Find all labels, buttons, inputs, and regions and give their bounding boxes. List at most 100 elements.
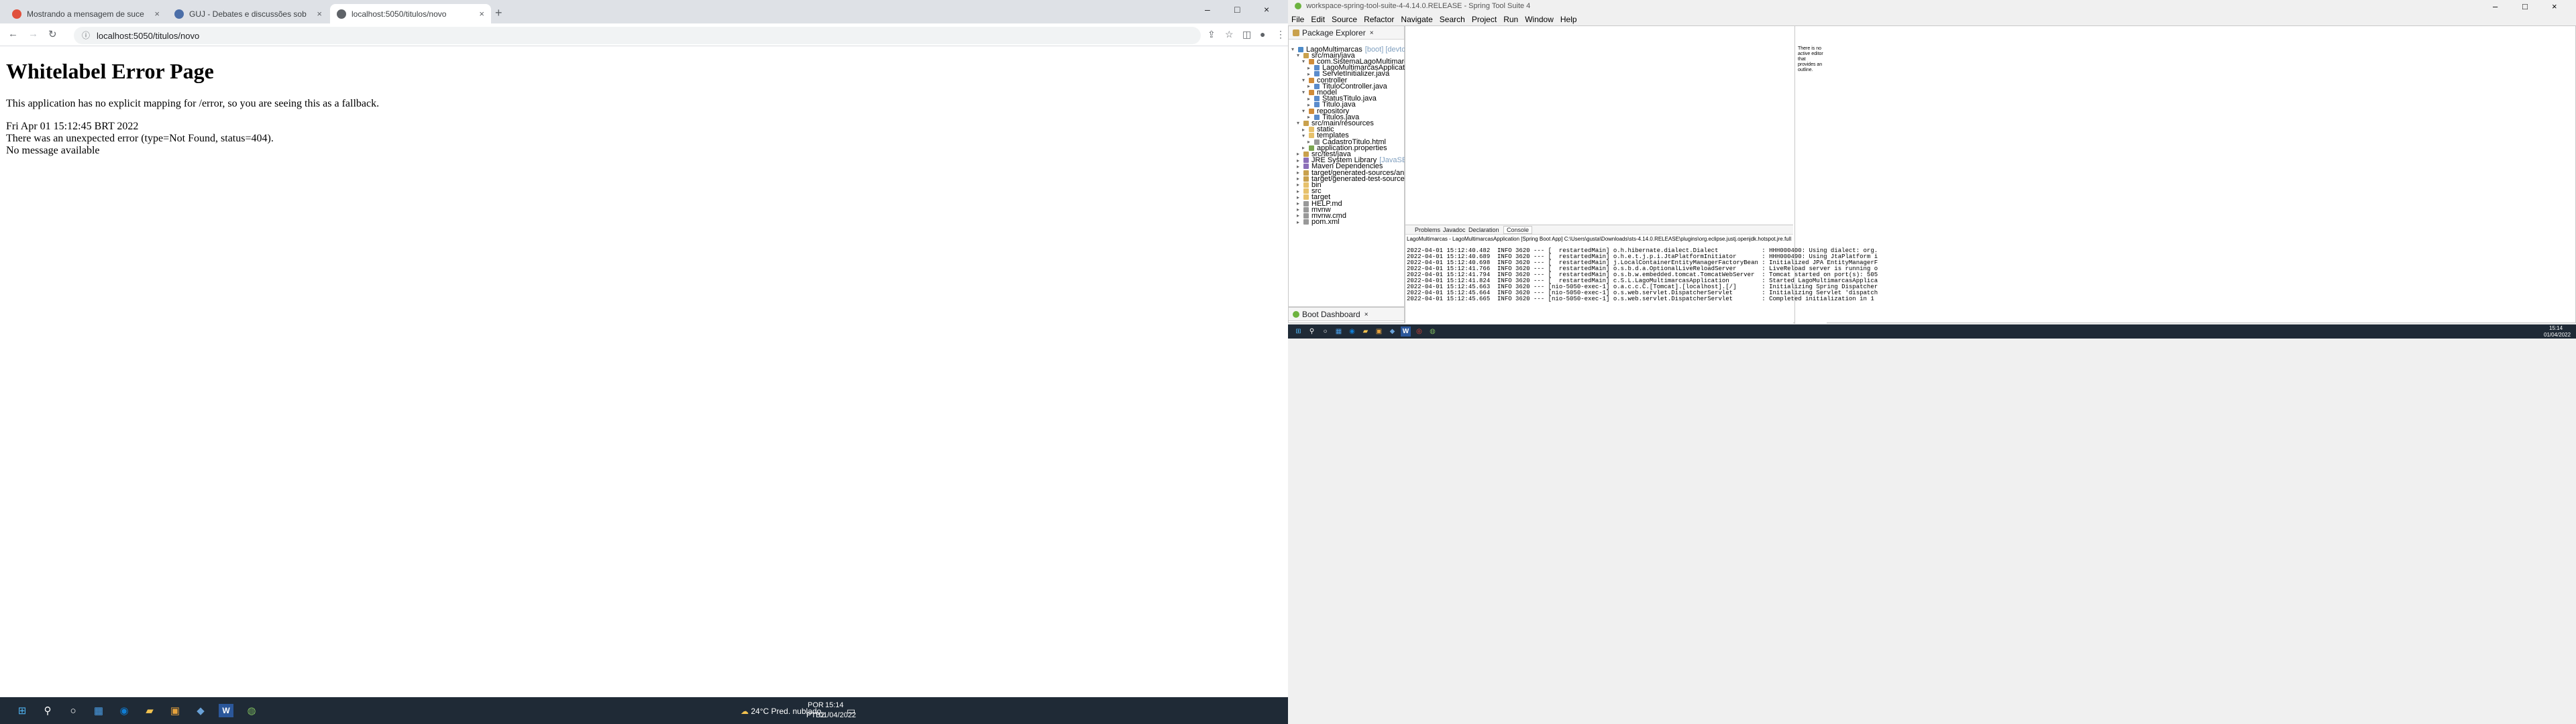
chevron-down-icon[interactable]: ▾	[1302, 89, 1309, 95]
chevron-right-icon[interactable]: ▸	[1307, 102, 1314, 108]
chevron-right-icon[interactable]: ▸	[1297, 176, 1303, 182]
reload-icon[interactable]: ↻	[48, 28, 57, 40]
chevron-right-icon[interactable]: ▸	[1297, 188, 1303, 194]
tab-console[interactable]: Console	[1503, 226, 1533, 234]
console-output[interactable]: 2022-04-01 15:12:40.482 INFO 3620 --- [ …	[1407, 248, 1878, 302]
profile-icon[interactable]: ●	[1260, 29, 1265, 40]
close-icon[interactable]: ×	[1264, 4, 1269, 15]
edge-icon[interactable]: ◉	[117, 704, 131, 717]
app-icon[interactable]: ◆	[1387, 326, 1397, 337]
back-icon[interactable]: ←	[8, 28, 18, 40]
close-icon[interactable]: ×	[317, 9, 322, 19]
maximize-icon[interactable]: □	[2522, 1, 2528, 11]
tree-node-icon	[1309, 133, 1314, 139]
clock-time[interactable]: 15:14	[2549, 325, 2563, 331]
widgets-icon[interactable]: ▦	[91, 704, 106, 717]
chevron-right-icon[interactable]: ▸	[1297, 158, 1303, 164]
start-icon[interactable]: ⊞	[15, 704, 30, 717]
chevron-right-icon[interactable]: ▸	[1297, 170, 1303, 176]
file-explorer-icon[interactable]: ▰	[1360, 326, 1371, 337]
menu-window[interactable]: Window	[1521, 13, 1557, 25]
chevron-down-icon[interactable]: ▾	[1302, 108, 1309, 114]
chevron-down-icon[interactable]: ▾	[1302, 77, 1309, 83]
package-explorer-tab[interactable]: Package Explorer ×	[1289, 26, 1404, 40]
store-icon[interactable]: ▣	[1374, 326, 1384, 337]
chevron-right-icon[interactable]: ▸	[1307, 71, 1314, 77]
file-explorer-icon[interactable]: ▰	[142, 704, 157, 717]
close-icon[interactable]: ×	[479, 9, 484, 19]
edge-icon[interactable]: ◉	[1347, 326, 1357, 337]
chevron-down-icon[interactable]: ▾	[1297, 52, 1303, 58]
menu-source[interactable]: Source	[1328, 13, 1360, 25]
tree-item[interactable]: ▸ pom.xml	[1297, 218, 1340, 226]
chevron-down-icon[interactable]: ▾	[1297, 120, 1303, 126]
start-icon[interactable]: ⊞	[1293, 326, 1303, 337]
tree-item[interactable]: ▾ src/main/resources	[1297, 119, 1374, 127]
chevron-down-icon[interactable]: ▾	[1291, 46, 1298, 52]
chevron-right-icon[interactable]: ▸	[1302, 145, 1309, 151]
close-icon[interactable]: ×	[1370, 29, 1374, 37]
tab-javadoc[interactable]: Javadoc	[1443, 227, 1466, 233]
search-icon[interactable]: ⚲	[1307, 326, 1317, 337]
language-indicator[interactable]: POR	[808, 701, 824, 709]
notification-icon[interactable]: ▭	[847, 705, 855, 717]
chevron-right-icon[interactable]: ▸	[1297, 200, 1303, 206]
menu-navigate[interactable]: Navigate	[1397, 13, 1436, 25]
close-icon[interactable]: ×	[154, 9, 160, 19]
new-tab-button[interactable]: +	[495, 6, 502, 20]
menu-refactor[interactable]: Refactor	[1360, 13, 1397, 25]
chevron-down-icon[interactable]: ▾	[1302, 133, 1309, 139]
chevron-right-icon[interactable]: ▸	[1307, 96, 1314, 102]
clock-time[interactable]: 15:14	[825, 701, 844, 709]
chevron-right-icon[interactable]: ▸	[1302, 127, 1309, 133]
tab-problems[interactable]: Problems	[1415, 227, 1440, 233]
chevron-right-icon[interactable]: ▸	[1297, 182, 1303, 188]
clock-date[interactable]: 01/04/2022	[2544, 332, 2571, 338]
chevron-right-icon[interactable]: ▸	[1307, 83, 1314, 89]
menu-help[interactable]: Help	[1557, 13, 1580, 25]
spring-tool-suite-icon[interactable]: ◍	[1428, 326, 1438, 337]
minimize-icon[interactable]: –	[2493, 1, 2498, 11]
url-text[interactable]: localhost:5050/titulos/novo	[97, 31, 199, 41]
boot-dashboard-tab[interactable]: Boot Dashboard ×	[1289, 308, 1404, 321]
site-info-icon[interactable]: ⓘ	[82, 29, 90, 41]
chevron-right-icon[interactable]: ▸	[1297, 219, 1303, 225]
word-icon[interactable]: W	[1401, 326, 1411, 337]
chevron-right-icon[interactable]: ▸	[1297, 164, 1303, 170]
chevron-right-icon[interactable]: ▸	[1297, 206, 1303, 213]
browser-tab[interactable]: Mostrando a mensagem de suce ×	[5, 4, 166, 23]
browser-tab[interactable]: GUJ - Debates e discussões sob ×	[168, 4, 329, 23]
close-icon[interactable]: ×	[2552, 1, 2557, 11]
app-icon[interactable]: ◆	[193, 704, 208, 717]
address-bar[interactable]: ⓘ localhost:5050/titulos/novo	[74, 27, 1201, 44]
chevron-right-icon[interactable]: ▸	[1297, 194, 1303, 200]
browser-tab-active[interactable]: localhost:5050/titulos/novo ×	[330, 4, 491, 23]
close-icon[interactable]: ×	[1364, 311, 1368, 318]
spring-tool-suite-icon[interactable]: ◍	[244, 704, 259, 717]
menu-search[interactable]: Search	[1436, 13, 1468, 25]
chrome-icon[interactable]: ◎	[1414, 326, 1424, 337]
menu-run[interactable]: Run	[1500, 13, 1521, 25]
widgets-icon[interactable]: ▦	[1334, 326, 1344, 337]
menu-icon[interactable]: ⋮	[1276, 29, 1285, 40]
menu-file[interactable]: File	[1288, 13, 1307, 25]
word-icon[interactable]: W	[219, 704, 233, 717]
sidebar-icon[interactable]: ◫	[1242, 29, 1251, 40]
chevron-right-icon[interactable]: ▸	[1297, 151, 1303, 157]
menu-edit[interactable]: Edit	[1307, 13, 1328, 25]
maximize-icon[interactable]: □	[1234, 4, 1240, 15]
task-view-icon[interactable]: ○	[66, 704, 80, 717]
bookmark-star-icon[interactable]: ☆	[1225, 29, 1234, 40]
chevron-right-icon[interactable]: ▸	[1307, 65, 1314, 71]
search-icon[interactable]: ⚲	[40, 704, 55, 717]
tab-declaration[interactable]: Declaration	[1468, 227, 1499, 233]
share-icon[interactable]: ⇪	[1208, 29, 1216, 40]
minimize-icon[interactable]: –	[1205, 4, 1210, 15]
chevron-down-icon[interactable]: ▾	[1302, 58, 1309, 64]
chevron-right-icon[interactable]: ▸	[1297, 213, 1303, 219]
chevron-right-icon[interactable]: ▸	[1307, 139, 1314, 145]
task-view-icon[interactable]: ○	[1320, 326, 1330, 337]
forward-icon[interactable]: →	[28, 28, 38, 40]
store-icon[interactable]: ▣	[168, 704, 182, 717]
menu-project[interactable]: Project	[1468, 13, 1500, 25]
